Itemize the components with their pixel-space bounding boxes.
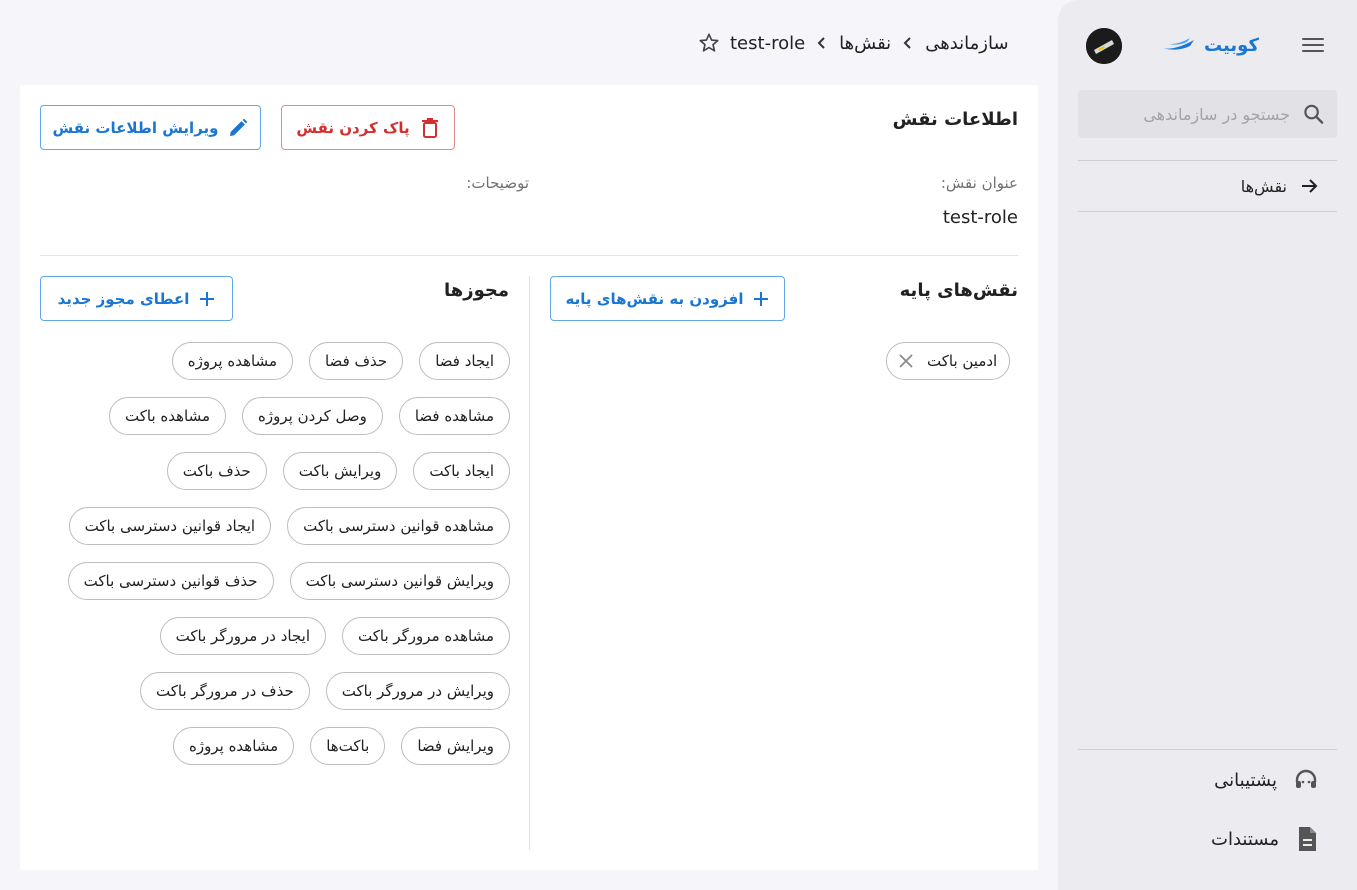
logo-text: کوبیت <box>1204 34 1259 56</box>
chevron-left-icon <box>817 37 825 49</box>
sidebar-divider <box>1078 749 1337 750</box>
permission-chip[interactable]: حذف در مرورگر باکت <box>140 672 310 710</box>
permission-chip-list: ایجاد فضا حذف فضا مشاهده پروژه مشاهده فض… <box>40 342 510 765</box>
permission-chip[interactable]: مشاهده فضا <box>398 397 510 435</box>
search-input[interactable] <box>1090 104 1290 124</box>
column-divider <box>529 276 530 850</box>
trash-icon <box>421 117 438 138</box>
permission-chip[interactable]: حذف فضا <box>308 342 404 380</box>
edit-role-label: ویرایش اطلاعات نقش <box>52 118 219 137</box>
permission-chip[interactable]: حذف قوانین دسترسی باکت <box>67 562 274 600</box>
chevron-left-icon <box>903 37 911 49</box>
breadcrumb-current: test-role <box>730 32 806 54</box>
grant-permission-button[interactable]: اعطای مجوز جدید <box>40 276 233 321</box>
star-icon[interactable] <box>698 32 720 54</box>
chip-label: ادمین باکت <box>927 352 998 370</box>
avatar-image <box>1086 28 1122 64</box>
permission-chip[interactable]: مشاهده پروژه <box>171 342 293 380</box>
app-logo[interactable]: کوبیت <box>1160 30 1259 60</box>
sidebar: کوبیت نقش‌ها <box>1058 0 1357 890</box>
add-base-role-label: افزودن به نقش‌های پایه <box>565 289 744 308</box>
add-base-role-button[interactable]: افزودن به نقش‌های پایه <box>550 276 785 321</box>
chip-row: ویرایش فضا باکت‌ها مشاهده پروژه <box>40 727 510 765</box>
chip-row: مشاهده فضا وصل کردن پروژه مشاهده باکت <box>40 397 510 435</box>
permission-chip[interactable]: وصل کردن پروژه <box>242 397 383 435</box>
base-role-chip[interactable]: ادمین باکت <box>886 342 1011 380</box>
permission-chip[interactable]: ویرایش فضا <box>401 727 510 765</box>
role-name-label: عنوان نقش: <box>940 174 1018 192</box>
sidebar-item-support[interactable]: پشتیبانی <box>1078 760 1337 800</box>
edit-role-button[interactable]: ویرایش اطلاعات نقش <box>40 105 261 150</box>
sidebar-header: کوبیت <box>1058 0 1357 90</box>
document-icon <box>1299 827 1316 851</box>
delete-role-button[interactable]: پاک کردن نقش <box>281 105 455 150</box>
grant-permission-label: اعطای مجوز جدید <box>57 289 190 308</box>
permission-chip[interactable]: ایجاد در مرورگر باکت <box>159 617 326 655</box>
pencil-icon <box>230 118 248 136</box>
permission-chip[interactable]: حذف باکت <box>166 452 267 490</box>
avatar[interactable] <box>1086 28 1122 64</box>
permission-chip[interactable]: ویرایش باکت <box>282 452 398 490</box>
plus-icon <box>200 291 215 306</box>
permission-chip[interactable]: ویرایش در مرورگر باکت <box>325 672 510 710</box>
role-card: اطلاعات نقش پاک کردن نقش ویرایش اطلاعات … <box>20 85 1038 870</box>
role-info-title: اطلاعات نقش <box>892 109 1018 130</box>
arrow-right-icon <box>1302 179 1318 193</box>
permission-chip[interactable]: ویرایش قوانین دسترسی باکت <box>289 562 510 600</box>
chip-row: مشاهده قوانین دسترسی باکت ایجاد قوانین د… <box>40 507 510 545</box>
permission-chip[interactable]: ایجاد باکت <box>413 452 510 490</box>
search-icon[interactable] <box>1302 102 1325 126</box>
breadcrumb-organization[interactable]: سازماندهی <box>925 33 1008 54</box>
permission-chip[interactable]: مشاهده قوانین دسترسی باکت <box>287 507 510 545</box>
chip-row: ایجاد فضا حذف فضا مشاهده پروژه <box>40 342 510 380</box>
sidebar-item-label: پشتیبانی <box>1214 769 1277 791</box>
chip-row: مشاهده مرورگر باکت ایجاد در مرورگر باکت <box>40 617 510 655</box>
menu-icon[interactable] <box>1298 30 1328 60</box>
headset-icon <box>1295 769 1317 788</box>
section-divider <box>40 255 1018 256</box>
permission-chip[interactable]: مشاهده باکت <box>109 397 227 435</box>
role-name-value: test-role <box>942 207 1018 228</box>
base-roles-title: نقش‌های پایه <box>899 280 1018 301</box>
ship-logo-icon <box>1162 38 1194 50</box>
sidebar-item-roles[interactable]: نقش‌ها <box>1078 165 1337 207</box>
sidebar-item-docs[interactable]: مستندات <box>1078 819 1337 859</box>
permission-chip[interactable]: ایجاد قوانین دسترسی باکت <box>68 507 272 545</box>
chip-row: ویرایش قوانین دسترسی باکت حذف قوانین دست… <box>40 562 510 600</box>
sidebar-item-label: مستندات <box>1211 828 1279 850</box>
close-icon[interactable] <box>895 350 917 372</box>
chip-row: ویرایش در مرورگر باکت حذف در مرورگر باکت <box>40 672 510 710</box>
permission-chip[interactable]: باکت‌ها <box>310 727 386 765</box>
permission-chip[interactable]: مشاهده مرورگر باکت <box>342 617 510 655</box>
delete-role-label: پاک کردن نقش <box>296 118 410 137</box>
permission-chip[interactable]: ایجاد فضا <box>419 342 510 380</box>
permissions-title: مجوزها <box>443 280 509 301</box>
plus-icon <box>754 291 769 306</box>
permission-chip[interactable]: مشاهده پروژه <box>173 727 295 765</box>
chip-row: ایجاد باکت ویرایش باکت حذف باکت <box>40 452 510 490</box>
sidebar-divider <box>1078 211 1337 212</box>
search-box <box>1078 90 1337 138</box>
description-label: توضیحات: <box>466 174 529 192</box>
breadcrumb-roles[interactable]: نقش‌ها <box>839 33 891 54</box>
breadcrumb: سازماندهی نقش‌ها test-role <box>698 26 1009 60</box>
sidebar-divider <box>1078 160 1337 161</box>
sidebar-item-label: نقش‌ها <box>1240 176 1287 196</box>
